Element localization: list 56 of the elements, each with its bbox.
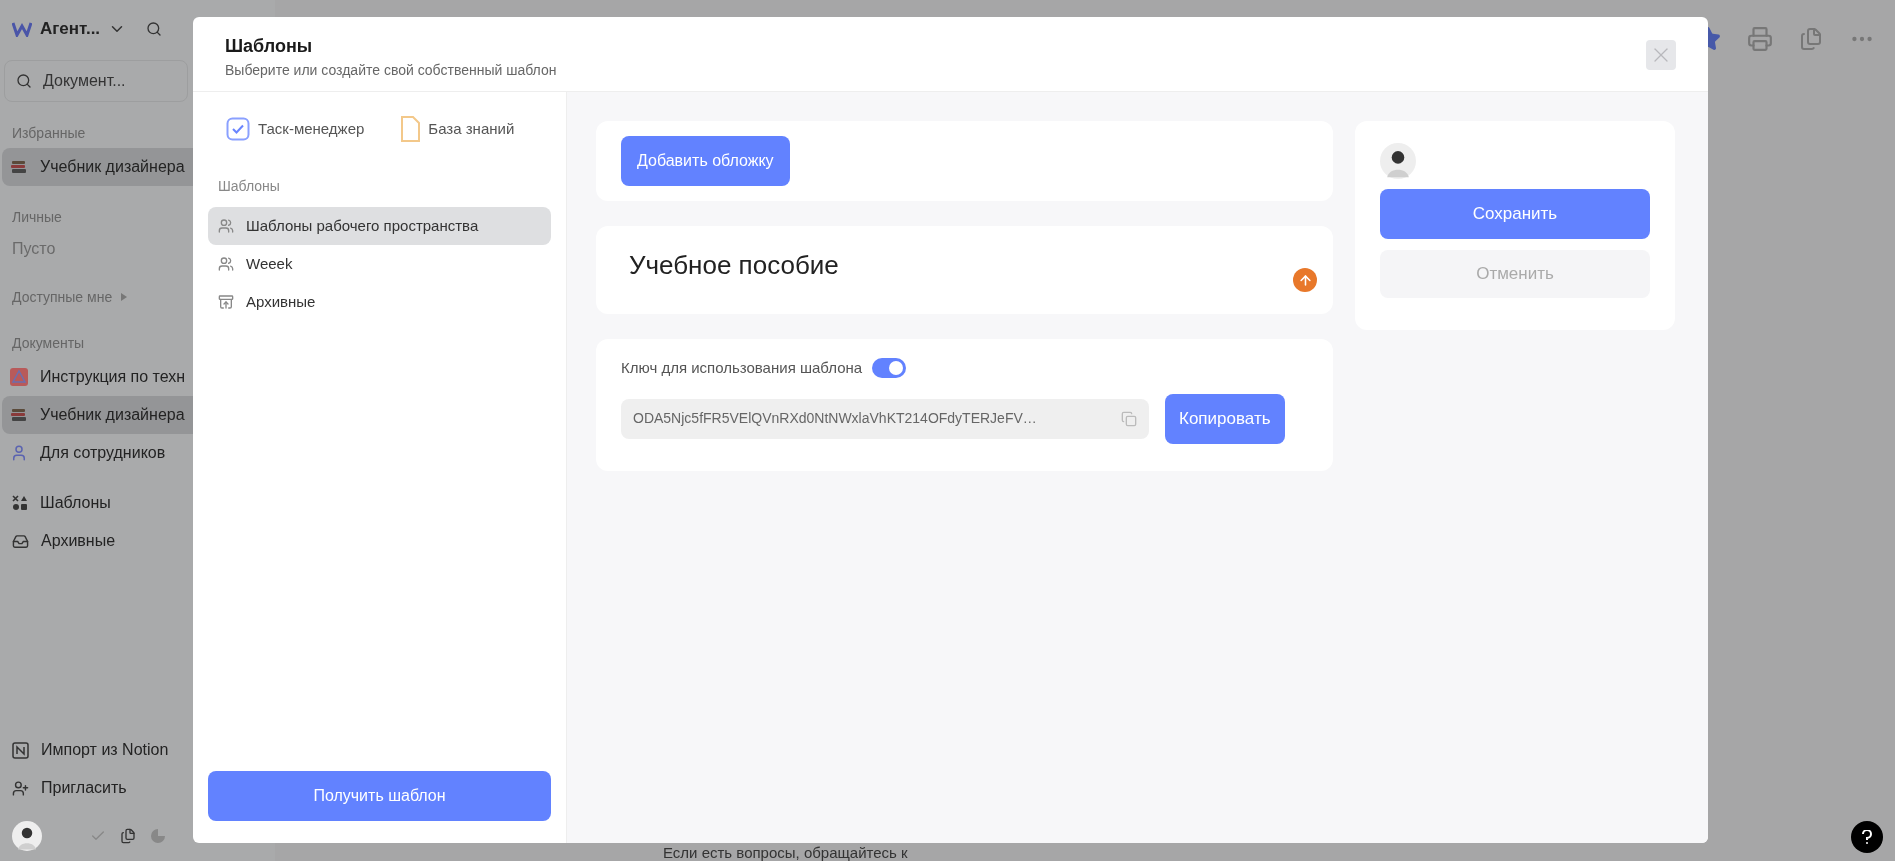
books-icon	[10, 406, 28, 424]
pie-chart-icon[interactable]	[150, 828, 166, 844]
category-tab[interactable]: База знаний	[400, 116, 515, 142]
page-text: Если есть вопросы, обращайтесь к	[663, 844, 908, 861]
file-icon	[400, 116, 421, 142]
section-title: Доступные мне	[12, 287, 113, 307]
inbox-icon	[12, 532, 29, 550]
users-icon	[218, 256, 234, 272]
template-list-item[interactable]: Weeek	[208, 245, 551, 283]
sidebar-link[interactable]: Импорт из Notion	[0, 731, 275, 769]
save-button[interactable]: Сохранить	[1380, 189, 1650, 239]
search-icon	[16, 73, 32, 89]
section-title: Личные	[12, 207, 62, 227]
sidebar-link[interactable]: Шаблоны	[0, 484, 275, 522]
question-icon	[1862, 830, 1872, 844]
avatar	[12, 821, 42, 851]
checkbox-icon	[226, 117, 250, 141]
template-list-item[interactable]: Архивные	[208, 283, 551, 321]
document-icon[interactable]	[120, 828, 136, 844]
avatar	[1380, 143, 1416, 179]
shapes-icon	[12, 495, 28, 511]
dialog-title: Шаблоны	[225, 35, 314, 58]
section-title: Документы	[12, 333, 85, 353]
invite-icon	[12, 779, 29, 797]
warning-icon	[10, 368, 28, 386]
archive-icon	[218, 294, 234, 310]
empty-text: Пусто	[12, 239, 56, 259]
sidebar-item[interactable]: Инструкция по техн	[2, 358, 273, 396]
section-title: Избранные	[12, 123, 86, 143]
close-button[interactable]	[1646, 40, 1676, 70]
upload-icon[interactable]	[1293, 268, 1317, 292]
workspace-name[interactable]: Агент...	[40, 16, 101, 42]
books-icon	[10, 158, 28, 176]
add-cover-button[interactable]: Добавить обложку	[621, 136, 790, 186]
help-button[interactable]	[1851, 821, 1883, 853]
dialog-subtitle: Выберите или создайте свой собственный шаблон	[225, 61, 557, 80]
copy-document-icon[interactable]	[1799, 27, 1823, 51]
key-field[interactable]: ODA5Njc5fFR5VElQVnRXd0NtNWxlaVhKT214OFdyTERJeFV…	[621, 398, 1149, 439]
sidebar-item[interactable]: Для сотрудников	[2, 434, 273, 472]
copy-icon[interactable]	[1121, 410, 1137, 427]
logo-icon	[12, 21, 32, 37]
get-template-button[interactable]: Получить шаблон	[208, 771, 551, 821]
users-icon	[218, 218, 234, 234]
search-field[interactable]: Документ...	[4, 60, 188, 102]
toggle-switch[interactable]	[872, 358, 907, 379]
person-icon	[10, 444, 28, 462]
notion-icon	[12, 741, 29, 759]
sidebar-link[interactable]: Архивные	[0, 522, 275, 560]
copy-button[interactable]: Копировать	[1165, 393, 1285, 444]
document-title[interactable]: Учебное пособие	[629, 246, 839, 285]
key-label: Ключ для использования шаблона	[621, 358, 863, 378]
expand-triangle-icon[interactable]	[120, 293, 129, 301]
category-tab[interactable]: Таск-менеджер	[226, 117, 365, 141]
print-icon[interactable]	[1747, 26, 1773, 52]
template-list-item[interactable]: Шаблоны рабочего пространства	[208, 207, 551, 245]
search-icon[interactable]	[146, 21, 163, 37]
